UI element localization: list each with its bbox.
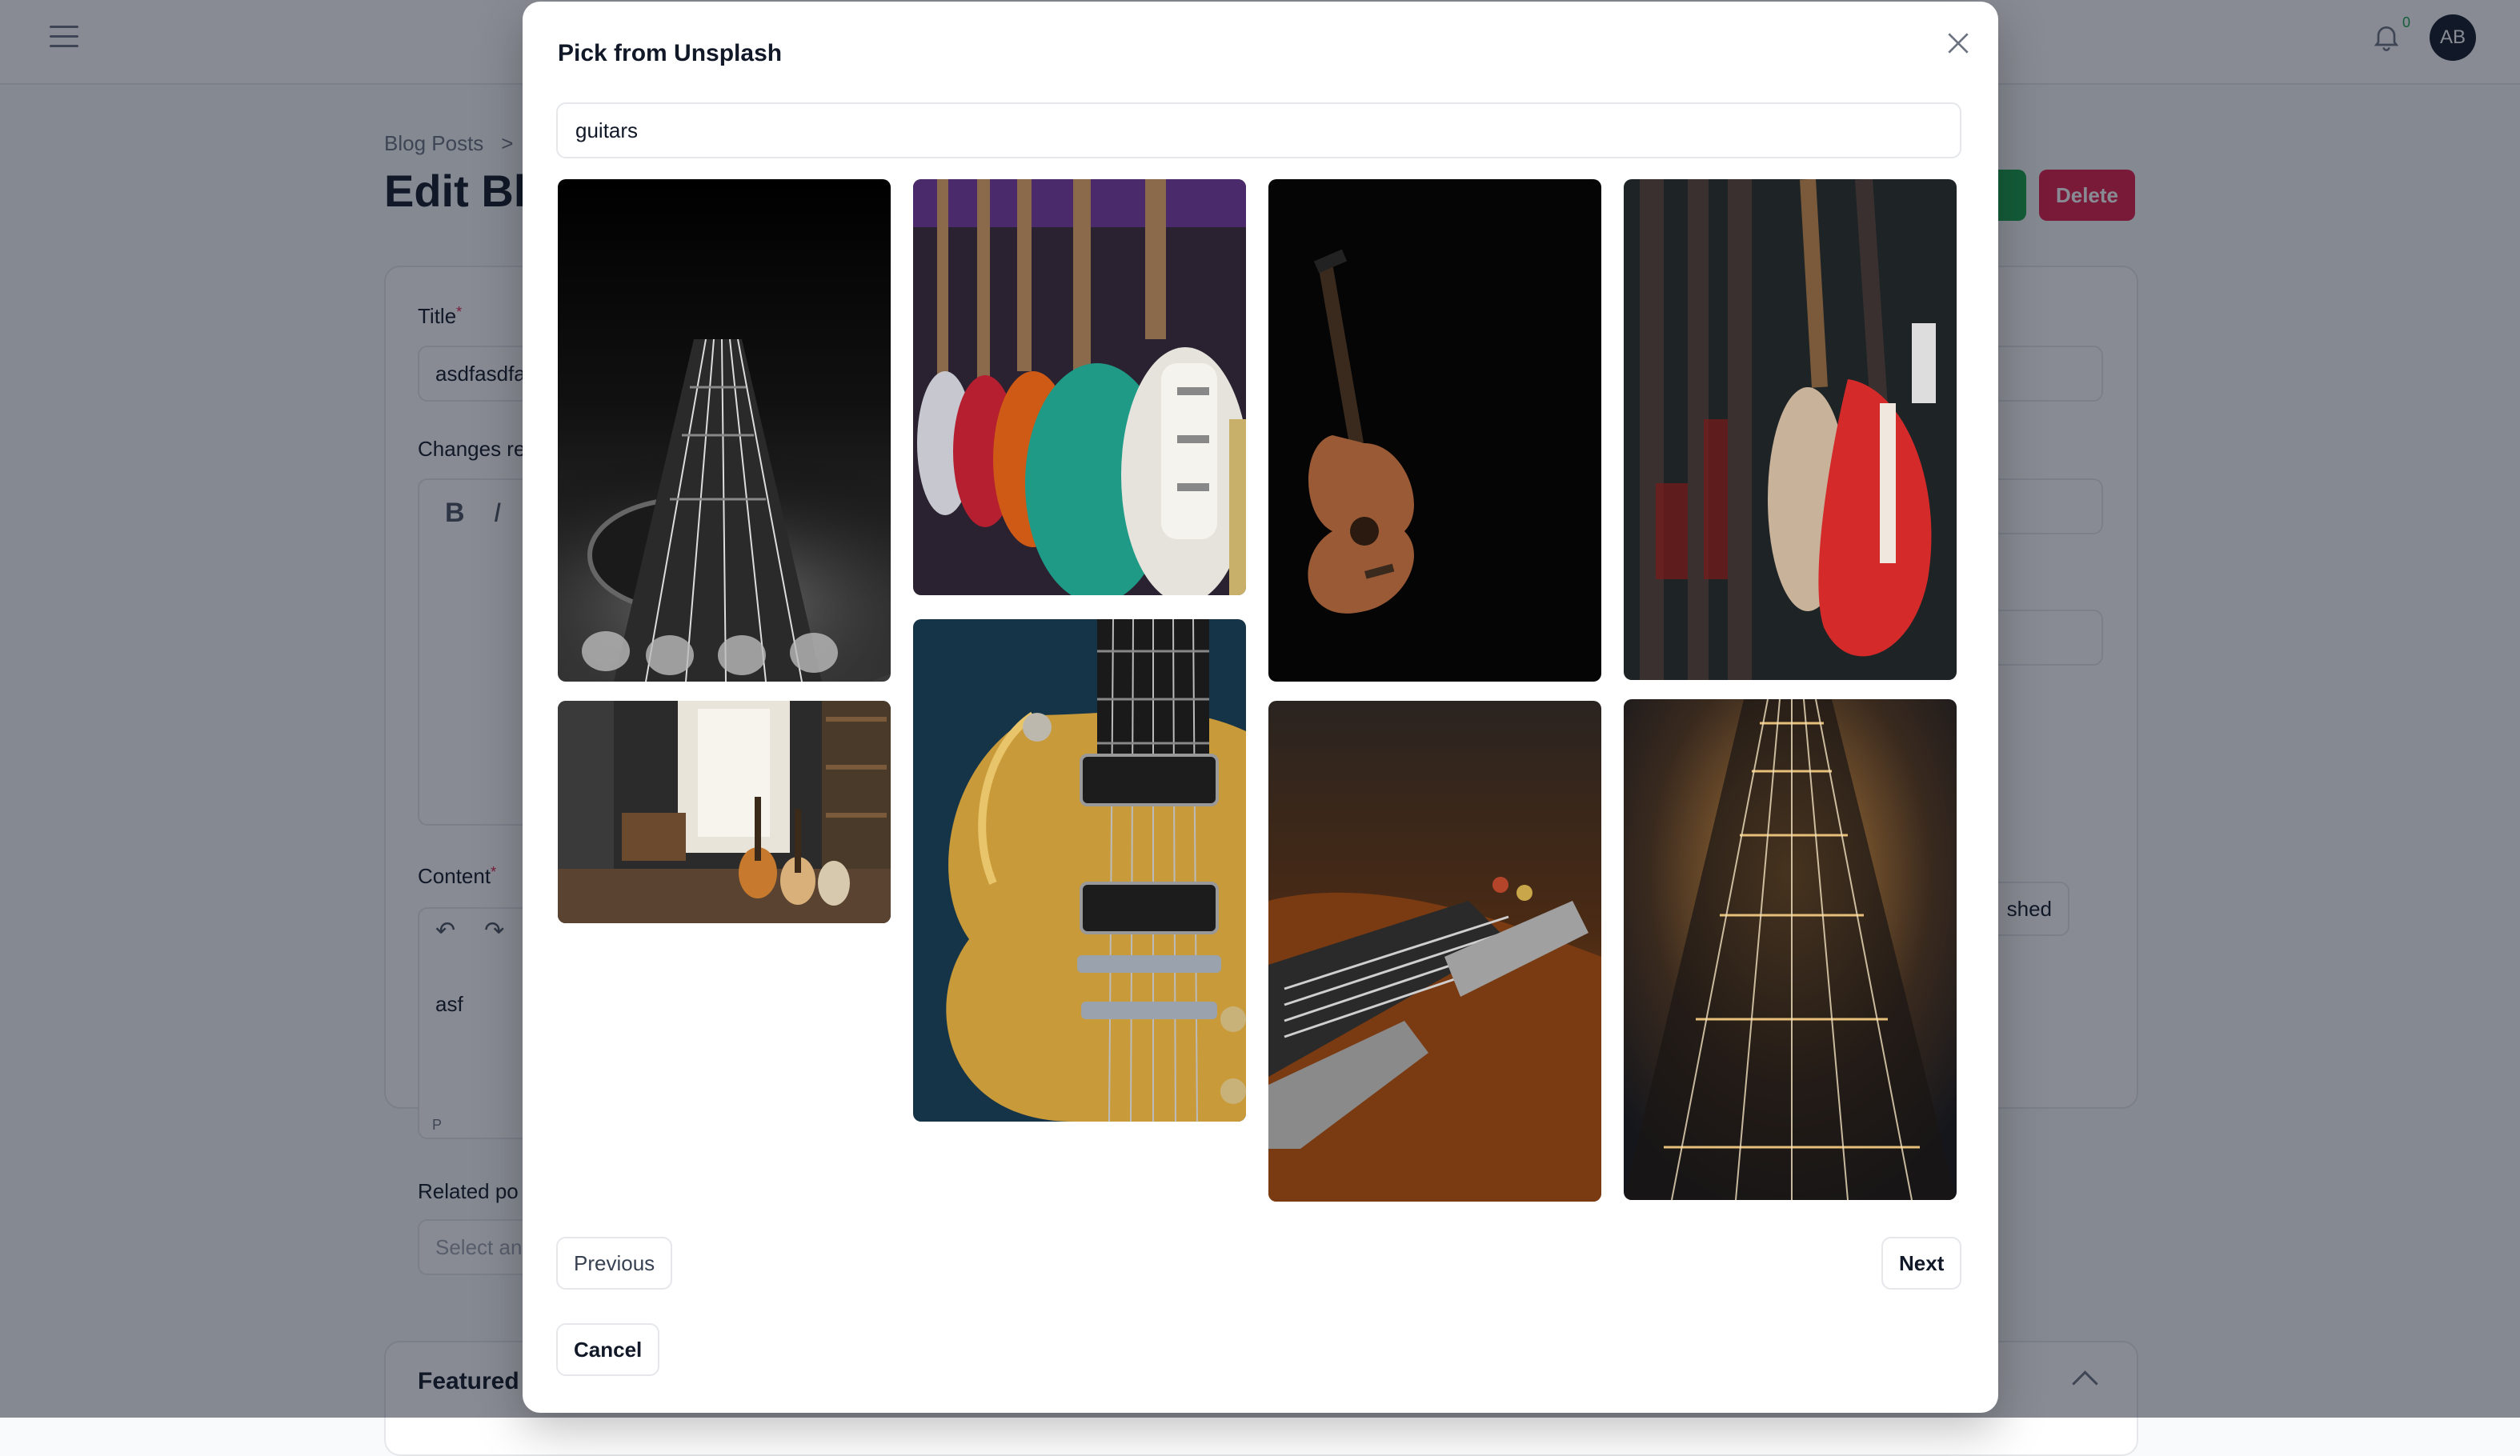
image-les-paul-gold[interactable] xyxy=(913,619,1246,1122)
les-paul-gold-image xyxy=(913,619,1246,1122)
image-fretboard-closeup[interactable] xyxy=(1624,699,1957,1200)
modal-title: Pick from Unsplash xyxy=(558,40,783,66)
acoustic-guitar-dark-image xyxy=(1268,179,1601,682)
image-guitars-on-wall[interactable] xyxy=(913,179,1246,595)
unsplash-picker-modal: Pick from Unsplash guitars Previous Next… xyxy=(523,2,1998,1413)
search-input[interactable] xyxy=(556,102,1961,158)
guitars-in-room-image xyxy=(558,701,891,923)
image-guitars-in-room[interactable] xyxy=(558,701,891,923)
fretboard-closeup-image xyxy=(1624,699,1957,1200)
next-button[interactable]: Next xyxy=(1881,1237,1962,1290)
image-acoustic-guitar-dark[interactable] xyxy=(1268,179,1601,682)
image-red-guitars-store[interactable] xyxy=(1624,179,1957,680)
cancel-button[interactable]: Cancel xyxy=(556,1323,660,1376)
previous-button[interactable]: Previous xyxy=(556,1237,673,1290)
guitar-bridge-wood-image xyxy=(1268,701,1601,1202)
image-guitar-bridge-wood[interactable] xyxy=(1268,701,1601,1202)
guitars-on-wall-image xyxy=(913,179,1246,595)
close-icon[interactable] xyxy=(1942,27,1974,59)
red-guitars-store-image xyxy=(1624,179,1957,680)
image-guitars-on-wall-row[interactable] xyxy=(735,179,902,595)
